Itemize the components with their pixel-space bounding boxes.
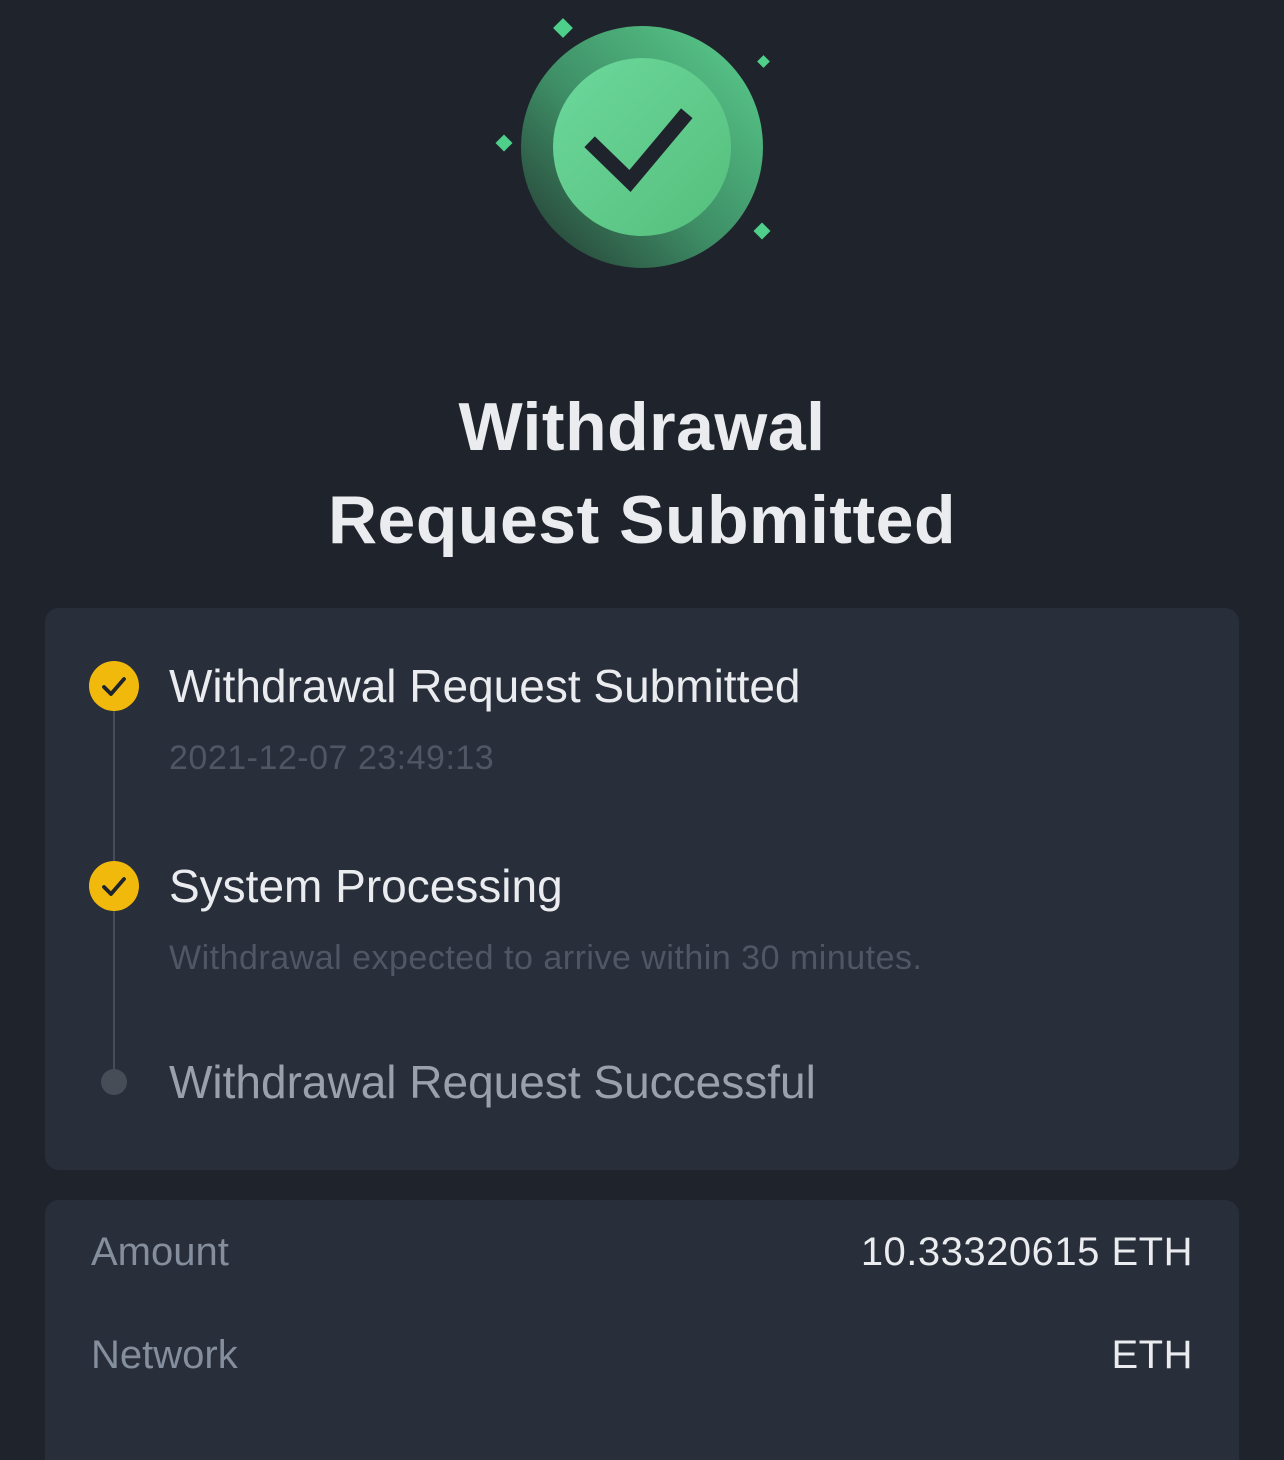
sparkle-icon	[495, 134, 513, 152]
sparkle-icon	[757, 55, 770, 68]
check-circle-icon	[89, 861, 139, 911]
detail-label: Network	[91, 1333, 238, 1377]
success-check-icon	[495, 18, 771, 268]
step-title: Withdrawal Request Submitted	[169, 660, 801, 712]
dot-icon	[101, 1069, 127, 1095]
detail-value: ETH	[1111, 1333, 1193, 1377]
step-title: Withdrawal Request Successful	[169, 1056, 816, 1108]
withdrawal-details: Amount 10.33320615 ETH Network ETH	[45, 1200, 1239, 1460]
sparkle-icon	[753, 222, 771, 240]
detail-row-amount: Amount 10.33320615 ETH	[91, 1222, 1193, 1282]
sparkle-icon	[553, 18, 573, 38]
step-title: System Processing	[169, 860, 563, 912]
page-title-line-2: Request Submitted	[327, 481, 957, 558]
success-header	[0, 0, 1284, 300]
step-description: Withdrawal expected to arrive within 30 …	[169, 939, 923, 977]
detail-value: 10.33320615 ETH	[860, 1230, 1193, 1274]
check-circle-icon	[89, 661, 139, 711]
status-timeline: Withdrawal Request Submitted 2021-12-07 …	[45, 608, 1239, 1170]
step-timestamp: 2021-12-07 23:49:13	[169, 739, 495, 777]
detail-row-network: Network ETH	[91, 1325, 1193, 1385]
detail-label: Amount	[91, 1230, 229, 1274]
page-title-line-1: Withdrawal	[458, 388, 826, 465]
page-title: Withdrawal Request Submitted	[0, 381, 1284, 567]
